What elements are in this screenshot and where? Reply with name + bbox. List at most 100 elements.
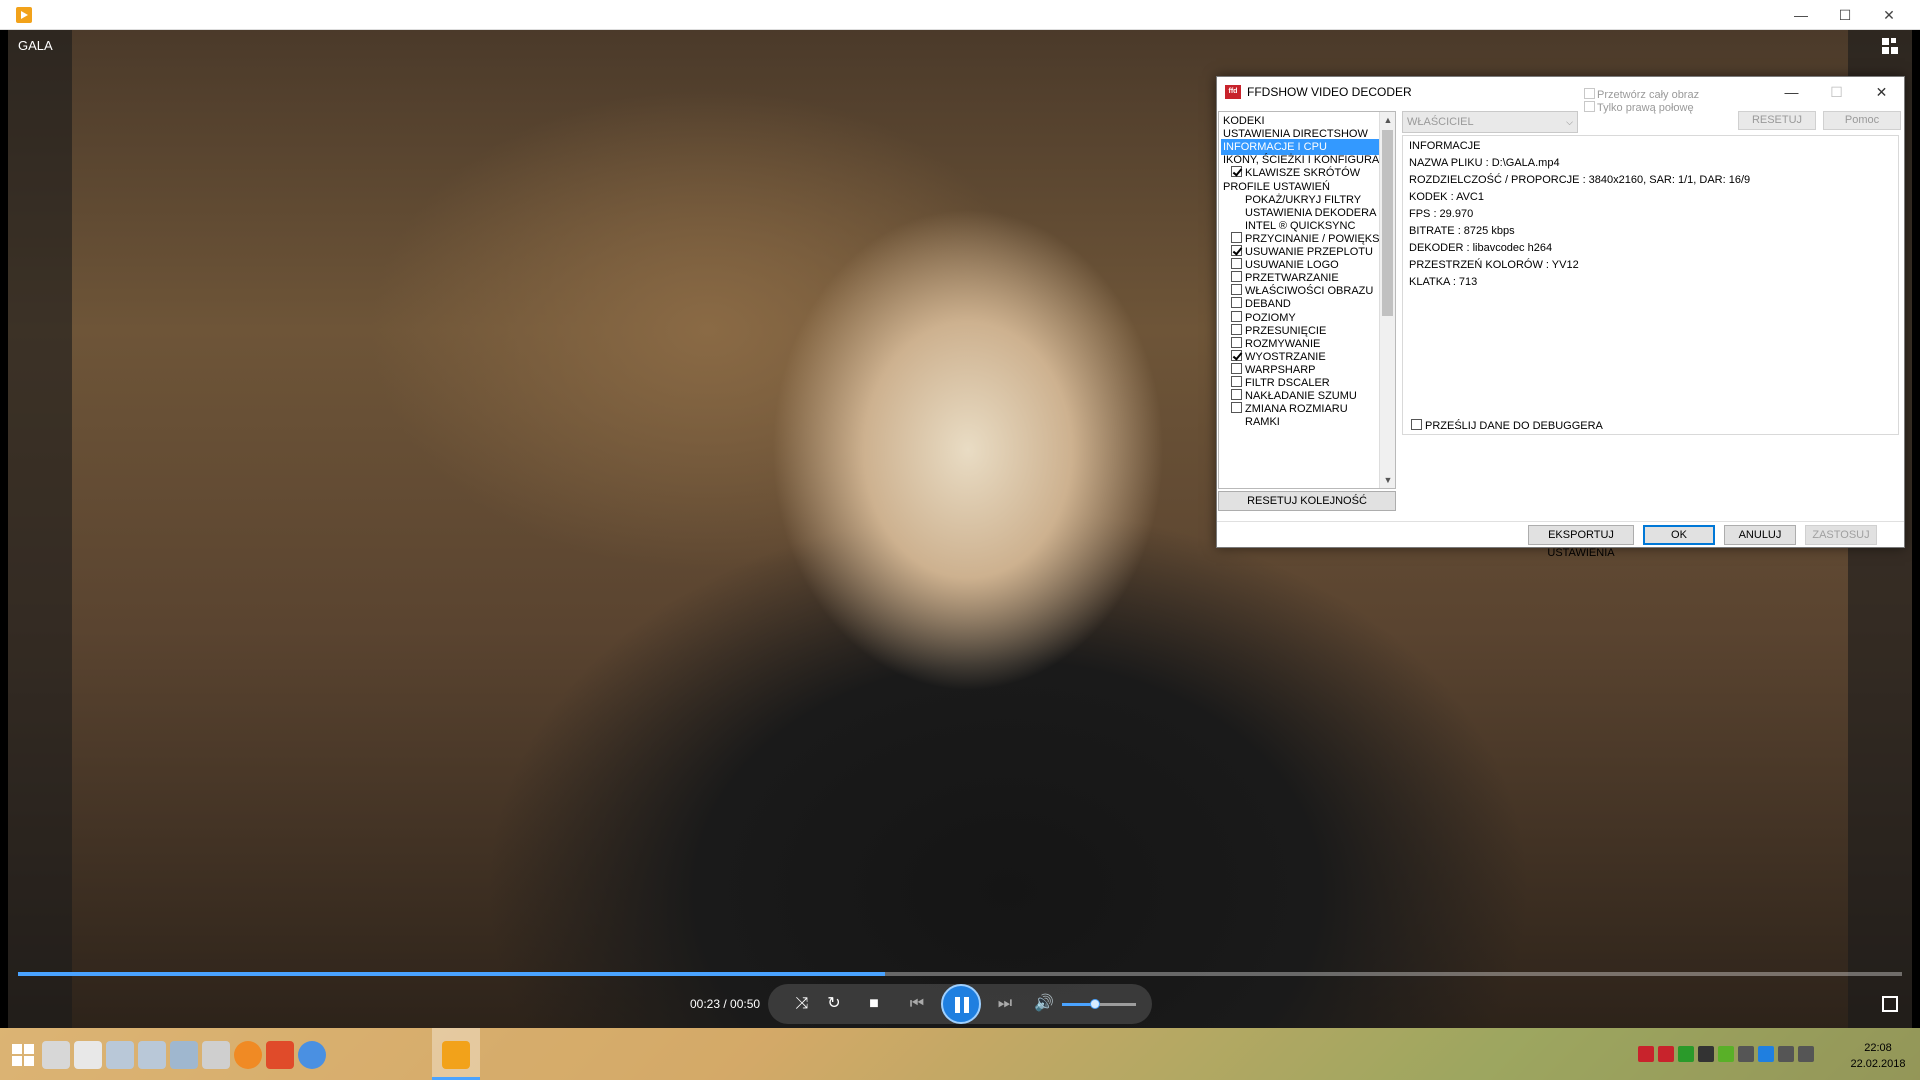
pause-button[interactable]: [941, 984, 981, 1024]
checkbox-box[interactable]: [1411, 419, 1422, 430]
chrome-icon[interactable]: [298, 1041, 326, 1069]
lav-icon[interactable]: [1698, 1046, 1714, 1062]
chevron-down-icon: ⌵: [1566, 117, 1573, 127]
clock-date: 22.02.2018: [1850, 1058, 1906, 1070]
tree-item-checkbox[interactable]: [1231, 389, 1242, 401]
seek-bar[interactable]: [18, 972, 1902, 976]
player-titlebar: — ☐ ✕: [0, 0, 1920, 30]
export-settings-button[interactable]: EKSPORTUJ USTAWIENIA: [1528, 525, 1634, 559]
previous-icon[interactable]: ⏮: [902, 994, 932, 1014]
player-close-button[interactable]: ✕: [1866, 0, 1912, 30]
checkbox-box: [1584, 88, 1595, 99]
process-whole-checkbox: Przetwórz cały obraz: [1584, 88, 1699, 101]
sd-card-icon[interactable]: [42, 1041, 70, 1069]
dialog-maximize-button: ☐: [1830, 84, 1843, 100]
video-title: GALA: [18, 38, 53, 53]
usd-icon[interactable]: [138, 1041, 166, 1069]
apply-button: ZASTOSUJ: [1805, 525, 1877, 545]
grid-view-icon[interactable]: [1882, 38, 1900, 56]
help-button: Pomoc: [1823, 111, 1901, 130]
owner-select: WŁAŚCICIEL ⌵: [1402, 111, 1578, 133]
info-colorspace: PRZESTRZEŃ KOLORÓW : YV12: [1409, 259, 1579, 271]
flag-icon[interactable]: [1678, 1046, 1694, 1062]
ffdshow-audio-icon[interactable]: [1658, 1046, 1674, 1062]
player-maximize-button[interactable]: ☐: [1822, 0, 1868, 30]
checkbox-box: [1584, 101, 1595, 112]
removable-drive-icon[interactable]: [202, 1041, 230, 1069]
battery-icon[interactable]: [1798, 1046, 1814, 1062]
tree-item-checkbox[interactable]: [1231, 231, 1242, 243]
tree-item-checkbox[interactable]: [1231, 349, 1242, 361]
network-drive-icon[interactable]: [170, 1041, 198, 1069]
scroll-down-icon[interactable]: ▼: [1380, 472, 1395, 488]
time-readout: 00:23 / 00:50: [690, 997, 761, 1011]
dialog-divider: [1217, 521, 1904, 522]
send-to-debugger-checkbox[interactable]: PRZEŚLIJ DANE DO DEBUGGERA: [1411, 419, 1603, 432]
volume-icon[interactable]: 🔊: [1032, 994, 1056, 1014]
repeat-icon[interactable]: ↻: [822, 994, 846, 1014]
info-decoder: DEKODER : libavcodec h264: [1409, 242, 1553, 254]
sd-icon[interactable]: [106, 1041, 134, 1069]
cancel-button[interactable]: ANULUJ: [1724, 525, 1796, 545]
info-codec: KODEK : AVC1: [1409, 191, 1484, 203]
reset-button: RESETUJ: [1738, 111, 1816, 130]
tree-item-checkbox[interactable]: [1231, 297, 1242, 309]
fullscreen-icon[interactable]: [1882, 996, 1898, 1012]
tree-item-checkbox[interactable]: [1231, 271, 1242, 283]
seek-bar-progress: [18, 972, 885, 976]
dialog-titlebar: ffd FFDSHOW VIDEO DECODER — ☐ ✕: [1217, 77, 1904, 107]
ffdshow-dialog: ffd FFDSHOW VIDEO DECODER — ☐ ✕ KODEKI US…: [1216, 76, 1905, 559]
player-minimize-button[interactable]: —: [1778, 0, 1824, 30]
info-bitrate: BITRATE : 8725 kbps: [1409, 225, 1515, 237]
nvidia-icon[interactable]: [1718, 1046, 1734, 1062]
system-clock[interactable]: 22:08 22.02.2018: [1848, 1040, 1908, 1072]
tree-item-checkbox[interactable]: [1231, 402, 1242, 414]
media-player-icon[interactable]: [442, 1041, 470, 1069]
info-filename: NAZWA PLIKU : D:\GALA.mp4: [1409, 157, 1560, 169]
tree-item-checkbox[interactable]: [1231, 245, 1242, 256]
dialog-minimize-button[interactable]: —: [1769, 77, 1814, 107]
volume-icon[interactable]: [1778, 1046, 1794, 1062]
ffdshow-icon: ffd: [1225, 85, 1241, 99]
clock-time: 22:08: [1864, 1042, 1892, 1054]
app-icon[interactable]: [266, 1041, 294, 1069]
right-half-checkbox: Tylko prawą połowę: [1584, 101, 1694, 114]
dialog-title: FFDSHOW VIDEO DECODER: [1247, 85, 1412, 99]
info-fps: FPS : 29.970: [1409, 208, 1474, 220]
tree-item-checkbox[interactable]: [1231, 323, 1242, 335]
tree-item-checkbox[interactable]: [1231, 166, 1242, 178]
info-heading: INFORMACJE: [1409, 140, 1481, 152]
info-resolution: ROZDZIELCZOŚĆ / PROPORCJE : 3840x2160, S…: [1409, 174, 1751, 186]
scroll-up-icon[interactable]: ▲: [1380, 112, 1395, 128]
network-icon[interactable]: [1738, 1046, 1754, 1062]
settings-tree: KODEKI USTAWIENIA DIRECTSHOW INFORMACJE I …: [1218, 111, 1396, 489]
scroll-thumb[interactable]: [1382, 130, 1393, 316]
video-letterbox-left: [8, 30, 72, 1028]
tree-item-label: RAMKI: [1245, 416, 1280, 429]
tree-item-checkbox[interactable]: [1231, 284, 1242, 296]
ffdshow-icon[interactable]: [1638, 1046, 1654, 1062]
volume-slider[interactable]: [1062, 999, 1136, 1009]
dialog-close-button[interactable]: ✕: [1859, 77, 1904, 107]
ok-button[interactable]: OK: [1643, 525, 1715, 545]
reset-order-button[interactable]: RESETUJ KOLEJNOŚĆ: [1218, 491, 1396, 511]
media-player-app-icon: [16, 7, 32, 23]
owner-select-value: WŁAŚCICIEL: [1407, 116, 1474, 128]
tree-scrollbar[interactable]: ▲ ▼: [1379, 112, 1395, 488]
process-whole-label: Przetwórz cały obraz: [1597, 89, 1700, 101]
drive-icon[interactable]: [74, 1041, 102, 1069]
stop-icon[interactable]: ■: [862, 994, 886, 1014]
next-icon[interactable]: ⏭: [990, 994, 1020, 1014]
shuffle-icon[interactable]: ⤨: [790, 994, 814, 1014]
tree-item-checkbox[interactable]: [1231, 336, 1242, 348]
info-frame: KLATKA : 713: [1409, 276, 1478, 288]
tree-item-checkbox[interactable]: [1231, 258, 1242, 270]
tree-item-checkbox[interactable]: [1231, 362, 1242, 374]
tree-item[interactable]: RAMKI: [1221, 414, 1381, 430]
bluetooth-icon[interactable]: [1758, 1046, 1774, 1062]
send-to-debugger-label: PRZEŚLIJ DANE DO DEBUGGERA: [1425, 420, 1603, 432]
windows-start-icon[interactable]: [12, 1044, 34, 1066]
tree-item-checkbox[interactable]: [1231, 376, 1242, 387]
firefox-icon[interactable]: [234, 1041, 262, 1069]
tree-item-checkbox[interactable]: [1231, 310, 1242, 322]
